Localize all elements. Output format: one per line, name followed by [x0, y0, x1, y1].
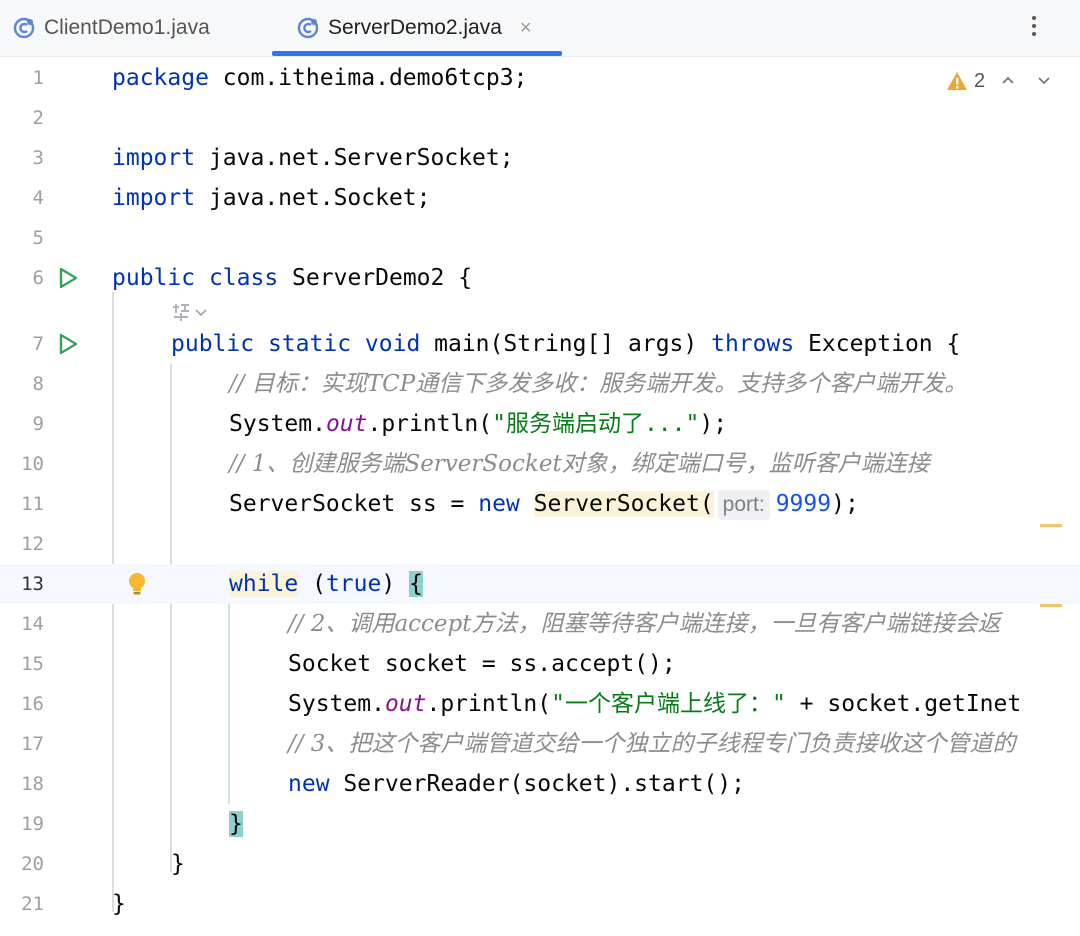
code-comment: // 1、创建服务端ServerSocket对象，绑定端口号，监听客户端连接	[229, 451, 930, 477]
code-comment: // 目标：实现TCP通信下多发多收：服务端开发。支持多个客户端开发。	[229, 371, 968, 397]
line-number: 5	[32, 227, 44, 249]
code-line-19[interactable]: 19 }	[0, 804, 1080, 844]
code-line-17[interactable]: 17 // 3、把这个客户端管道交给一个独立的子线程专门负责接收这个管道的	[0, 724, 1080, 764]
line-number: 21	[21, 893, 44, 915]
code-line-16[interactable]: 16 System.out.println("一个客户端上线了：" + sock…	[0, 684, 1080, 724]
line-number: 2	[32, 107, 44, 129]
line-number: 20	[21, 853, 44, 875]
code-comment: // 3、把这个客户端管道交给一个独立的子线程专门负责接收这个管道的	[288, 731, 1016, 757]
chevron-down-icon	[195, 309, 207, 317]
line-number: 1	[32, 67, 44, 89]
code-text: Socket socket = ss.accept();	[288, 651, 676, 677]
more-options-icon[interactable]	[1024, 8, 1044, 44]
line-number: 15	[21, 653, 44, 675]
tab-label: ServerDemo2.java	[328, 16, 502, 39]
line-number: 7	[32, 333, 44, 355]
code-text: package com.itheima.demo6tcp3;	[112, 65, 528, 91]
code-line-1[interactable]: 1 package com.itheima.demo6tcp3;	[0, 58, 1080, 98]
code-editor[interactable]: 2 1 package com.itheima.demo6tcp3; 2 3 i…	[0, 56, 1080, 936]
code-vision-lens[interactable]	[170, 298, 208, 326]
code-line-5[interactable]: 5	[0, 218, 1080, 258]
line-number: 8	[32, 373, 44, 395]
line-number: 6	[32, 267, 44, 289]
code-text: }	[112, 891, 126, 917]
code-line-8[interactable]: 8 // 目标：实现TCP通信下多发多收：服务端开发。支持多个客户端开发。	[0, 364, 1080, 404]
code-line-6[interactable]: 6 public class ServerDemo2 {	[0, 258, 1080, 298]
code-line-12[interactable]: 12	[0, 524, 1080, 564]
code-line-10[interactable]: 10 // 1、创建服务端ServerSocket对象，绑定端口号，监听客户端连…	[0, 444, 1080, 484]
code-text: System.out.println("一个客户端上线了：" + socket.…	[288, 691, 1022, 717]
code-line-9[interactable]: 9 System.out.println("服务端启动了...");	[0, 404, 1080, 444]
java-class-icon	[13, 17, 35, 39]
line-number: 12	[21, 533, 44, 555]
line-number: 17	[21, 733, 44, 755]
close-icon[interactable]: ×	[520, 17, 532, 40]
line-number: 10	[21, 453, 44, 475]
line-number: 3	[32, 147, 44, 169]
code-text: while (true) {	[229, 571, 423, 597]
code-line-20[interactable]: 20 }	[0, 844, 1080, 884]
matched-brace: }	[229, 811, 243, 837]
code-comment: // 2、调用accept方法，阻塞等待客户端连接，一旦有客户端链接会返	[288, 611, 1001, 637]
code-line-4[interactable]: 4 import java.net.Socket;	[0, 178, 1080, 218]
line-number: 4	[32, 187, 44, 209]
code-text: System.out.println("服务端启动了...");	[229, 411, 728, 437]
java-class-icon	[297, 17, 319, 39]
code-line-15[interactable]: 15 Socket socket = ss.accept();	[0, 644, 1080, 684]
code-text: public static void main(String[] args) t…	[171, 331, 961, 357]
usage-highlight: ServerSocket(	[533, 491, 714, 517]
code-text: import java.net.ServerSocket;	[112, 145, 514, 171]
lightbulb-icon[interactable]	[124, 570, 150, 598]
tab-serverdemo2[interactable]: ServerDemo2.java ×	[272, 0, 562, 56]
editor-tab-bar: ClientDemo1.java ServerDemo2.java ×	[0, 0, 1080, 57]
tab-label: ClientDemo1.java	[44, 16, 210, 39]
parameter-hint: port:	[717, 490, 770, 520]
line-number: 14	[21, 613, 44, 635]
matched-brace: {	[409, 571, 423, 597]
code-text: public class ServerDemo2 {	[112, 265, 473, 291]
tab-clientdemo1[interactable]: ClientDemo1.java	[12, 0, 210, 56]
code-text: }	[171, 851, 185, 877]
code-text: ServerSocket ss = new ServerSocket(port:…	[229, 484, 859, 524]
code-line-21[interactable]: 21 }	[0, 884, 1080, 924]
line-number: 19	[21, 813, 44, 835]
code-text: }	[229, 804, 243, 844]
code-text: new ServerReader(socket).start();	[288, 771, 745, 797]
code-line-14[interactable]: 14 // 2、调用accept方法，阻塞等待客户端连接，一旦有客户端链接会返	[0, 604, 1080, 644]
code-line-7[interactable]: 7 public static void main(String[] args)…	[0, 324, 1080, 364]
line-number: 9	[32, 413, 44, 435]
code-line-18[interactable]: 18 new ServerReader(socket).start();	[0, 764, 1080, 804]
code-line-3[interactable]: 3 import java.net.ServerSocket;	[0, 138, 1080, 178]
run-triangle-icon[interactable]	[56, 332, 80, 356]
ai-assistant-icon	[173, 304, 189, 321]
line-number: 16	[21, 693, 44, 715]
code-line-11[interactable]: 11 ServerSocket ss = new ServerSocket(po…	[0, 484, 1080, 524]
line-number: 18	[21, 773, 44, 795]
code-line-13[interactable]: 13 while (true) {	[0, 564, 1080, 604]
line-number: 11	[21, 493, 44, 515]
code-line-2[interactable]: 2	[0, 98, 1080, 138]
code-text: import java.net.Socket;	[112, 185, 431, 211]
run-triangle-icon[interactable]	[56, 266, 80, 290]
line-number: 13	[21, 573, 44, 595]
